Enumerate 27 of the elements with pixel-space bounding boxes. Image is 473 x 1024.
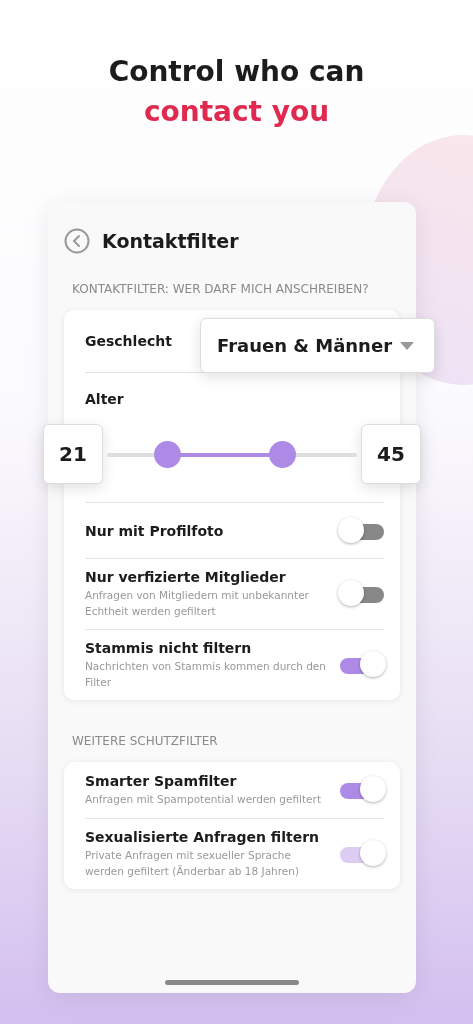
min-age-field[interactable]: 21: [43, 424, 103, 484]
max-age-field[interactable]: 45: [361, 424, 421, 484]
headline-accent: contact you: [142, 94, 331, 130]
toggle-switch[interactable]: [340, 651, 384, 679]
setting-description: Private Anfragen mit sexueller Sprache werden gefiltert (Änderbar ab 18 Jahren): [85, 848, 301, 879]
slider-thumb[interactable]: [269, 441, 296, 468]
toggle-switch[interactable]: [340, 516, 384, 545]
setting-title: Sexualisierte Anfragen filtern: [85, 829, 321, 845]
slider-thumb[interactable]: [154, 441, 181, 468]
setting-description: Anfragen von Mitgliedern mit unbekannter Echtheit werden gefiltert: [85, 588, 310, 619]
setting-title: Nur mit Profilfoto: [85, 522, 224, 539]
gender-label: Geschlecht: [85, 333, 172, 349]
section-heading: WEITERE SCHUTZFILTER: [71, 734, 219, 748]
toggle-switch[interactable]: [340, 580, 384, 608]
toggle-switch[interactable]: [340, 776, 384, 804]
back-icon[interactable]: [64, 228, 90, 254]
screen-title: Kontaktfilter: [102, 230, 239, 252]
gender-dropdown[interactable]: Frauen & Männer: [200, 318, 435, 373]
caret-icon: [400, 341, 414, 350]
setting-description: Nachrichten von Stammis kommen durch den Filter: [85, 659, 327, 690]
section-heading: KONTAKTFILTER: WER DARF MICH ANSCHREIBEN?: [71, 282, 370, 296]
age-label: Alter: [85, 391, 124, 407]
setting-title: Stammis nicht filtern: [85, 640, 253, 656]
setting-title: Nur verfizierte Mitglieder: [85, 569, 287, 585]
setting-description: Anfragen mit Spampotential werden gefiltert: [85, 792, 321, 807]
setting-title: Smarter Spamfilter: [85, 773, 238, 789]
headline: Control who can: [107, 54, 366, 90]
